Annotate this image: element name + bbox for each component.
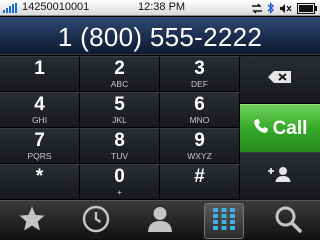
key-letters: DEF — [191, 79, 208, 89]
status-bar: 14250010001 12:38 PM — [0, 0, 320, 16]
clock-icon — [82, 205, 110, 238]
key-hash[interactable]: # — [160, 164, 240, 200]
number-display: 1 (800) 555-2222 — [0, 17, 320, 55]
star-icon — [18, 205, 46, 238]
bottom-tab-bar — [0, 200, 320, 240]
key-letters: ABC — [110, 79, 129, 89]
tab-call-log[interactable] — [64, 201, 128, 240]
backspace-button[interactable] — [240, 56, 320, 104]
tab-contacts[interactable] — [128, 201, 192, 240]
key-letters: MNO — [189, 115, 210, 125]
call-label: Call — [272, 117, 308, 139]
key-letters: PQRS — [27, 151, 52, 161]
key-digit: 8 — [114, 130, 125, 151]
key-digit: 4 — [34, 94, 45, 115]
key-digit: 6 — [194, 94, 205, 115]
key-8[interactable]: 8 TUV — [80, 128, 160, 164]
key-digit: 3 — [194, 58, 205, 79]
key-1[interactable]: 1 — [0, 56, 80, 92]
key-letters: TUV — [111, 151, 128, 161]
key-5[interactable]: 5 JKL — [80, 92, 160, 128]
dialpad-icon — [212, 207, 236, 236]
key-star[interactable]: * — [0, 164, 80, 200]
key-digit: 5 — [114, 94, 125, 115]
key-digit: 0 — [114, 166, 125, 187]
call-button[interactable]: Call — [240, 104, 320, 152]
key-letters: + — [117, 187, 122, 197]
data-transfer-icon — [251, 3, 263, 17]
backspace-icon — [267, 70, 293, 89]
key-4[interactable]: 4 GHI — [0, 92, 80, 128]
dialpad: 1 2 ABC 3 DEF 4 GHI 5 JKL 6 MNO 7 PQRS 8 TUV 9W… — [0, 56, 240, 200]
key-9[interactable]: 9 WXYZ — [160, 128, 240, 164]
key-0[interactable]: 0 + — [80, 164, 160, 200]
add-contact-icon — [267, 166, 293, 187]
tab-search[interactable] — [256, 201, 320, 240]
key-2[interactable]: 2 ABC — [80, 56, 160, 92]
speaker-mute-icon — [279, 3, 293, 17]
key-letters: WXYZ — [187, 151, 212, 161]
status-time: 12:38 PM — [138, 1, 186, 13]
key-letters: JKL — [112, 115, 127, 125]
search-icon — [274, 205, 302, 238]
key-digit: 7 — [34, 130, 45, 151]
carrier-text: 14250010001 — [22, 1, 90, 13]
tab-dialpad[interactable] — [192, 201, 256, 240]
key-digit: # — [194, 166, 205, 187]
bluetooth-icon — [267, 1, 275, 17]
tab-favorites[interactable] — [0, 201, 64, 240]
key-digit: 9 — [194, 130, 205, 151]
key-digit: 1 — [34, 58, 45, 79]
key-digit: * — [35, 166, 44, 187]
battery-icon — [297, 2, 317, 17]
tab-highlight — [204, 203, 244, 239]
key-letters: GHI — [31, 115, 48, 125]
key-6[interactable]: 6 MNO — [160, 92, 240, 128]
person-icon — [146, 205, 174, 238]
signal-icon — [3, 3, 19, 16]
key-7[interactable]: 7 PQRS — [0, 128, 80, 164]
dialer-actions: Call — [240, 56, 320, 200]
add-contact-button[interactable] — [240, 152, 320, 200]
key-digit: 2 — [114, 58, 125, 79]
key-3[interactable]: 3 DEF — [160, 56, 240, 92]
phone-icon — [253, 118, 269, 140]
